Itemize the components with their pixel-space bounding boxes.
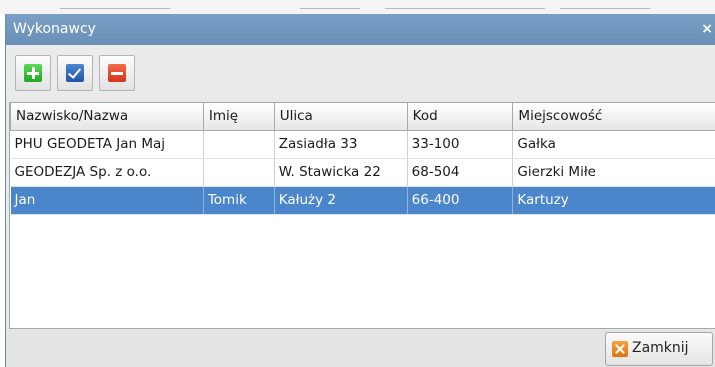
cell-city: Gałka <box>512 130 715 159</box>
cell-postal-code: 33-100 <box>407 130 514 159</box>
cell-street: Zasiadła 33 <box>274 130 408 159</box>
delete-button[interactable] <box>99 55 135 91</box>
table-row-selected[interactable]: Jan Tomik Kałuży 2 66-400 Kartuzy <box>10 186 715 215</box>
toolbar <box>6 45 715 97</box>
cell-city: Kartuzy <box>512 186 715 215</box>
contractors-table: Nazwisko/Nazwa Imię Ulica Kod Miejscowoś… <box>9 102 715 329</box>
cell-street: W. Stawicka 22 <box>274 158 408 187</box>
cell-first-name: Tomik <box>203 186 275 215</box>
close-button[interactable]: Zamknij <box>605 332 713 366</box>
add-button[interactable] <box>15 55 51 91</box>
cell-postal-code: 68-504 <box>407 158 514 187</box>
close-button-label: Zamknij <box>632 340 689 356</box>
close-icon <box>612 341 628 357</box>
dialog-titlebar: Wykonawcy × <box>6 14 715 45</box>
column-header-postal-code[interactable]: Kod <box>406 103 514 131</box>
close-icon[interactable]: × <box>701 14 713 45</box>
minus-icon <box>108 64 126 82</box>
dialog-footer: Zamknij <box>6 330 715 367</box>
cell-name: Jan <box>10 186 204 215</box>
background-window-strip <box>0 0 715 14</box>
cell-city: Gierzki Miłe <box>512 158 715 187</box>
cell-name: GEODEZJA Sp. z o.o. <box>10 158 204 187</box>
column-header-street[interactable]: Ulica <box>273 103 408 131</box>
cell-street: Kałuży 2 <box>274 186 408 215</box>
plus-icon <box>24 64 42 82</box>
cell-first-name <box>203 158 275 187</box>
column-header-name[interactable]: Nazwisko/Nazwa <box>10 103 204 131</box>
table-header-row: Nazwisko/Nazwa Imię Ulica Kod Miejscowoś… <box>10 103 715 131</box>
cell-name: PHU GEODETA Jan Maj <box>10 130 204 159</box>
dialog-title: Wykonawcy <box>13 21 96 37</box>
edit-button[interactable] <box>57 55 93 91</box>
column-header-city[interactable]: Miejscowość <box>512 103 715 131</box>
contractors-dialog: Wykonawcy × Nazwisko/Nazwa Imię Ulica Ko… <box>5 14 715 367</box>
checkmark-icon <box>66 64 84 82</box>
table-row[interactable]: PHU GEODETA Jan Maj Zasiadła 33 33-100 G… <box>10 130 715 159</box>
column-header-first-name[interactable]: Imię <box>202 103 275 131</box>
table-row[interactable]: GEODEZJA Sp. z o.o. W. Stawicka 22 68-50… <box>10 158 715 187</box>
cell-first-name <box>203 130 275 159</box>
cell-postal-code: 66-400 <box>407 186 514 215</box>
